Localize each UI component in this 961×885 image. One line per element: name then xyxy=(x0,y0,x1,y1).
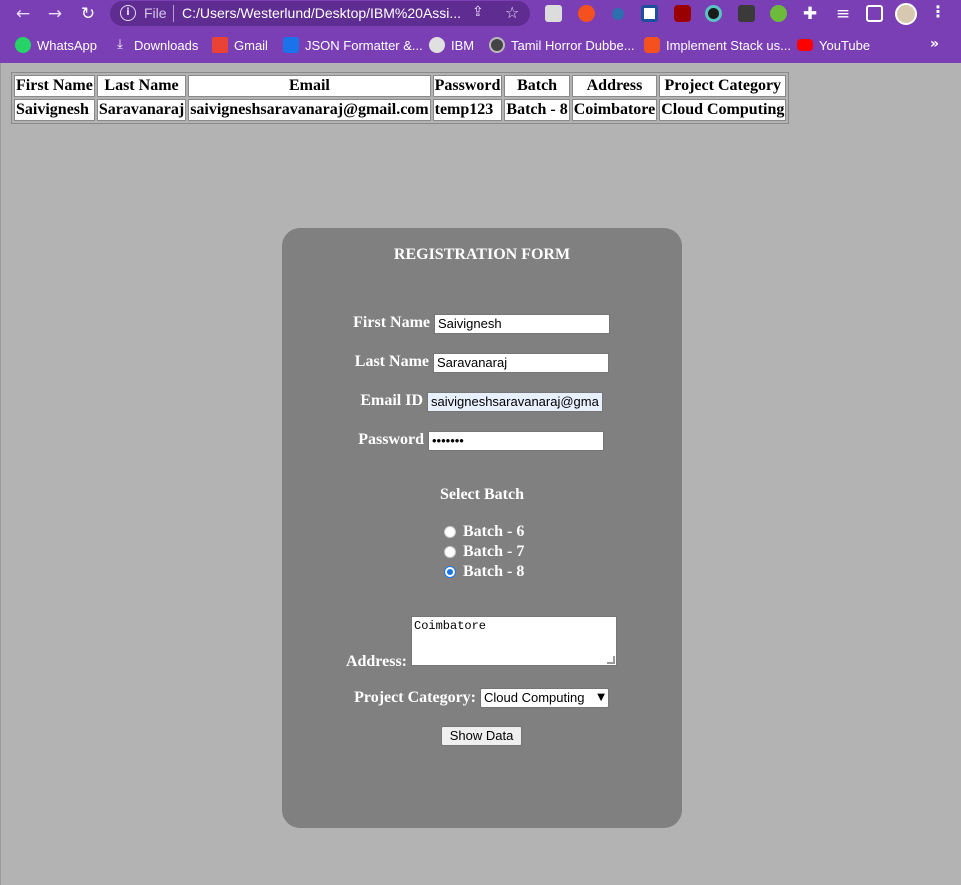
batch-option-label: Batch - 6 xyxy=(463,523,525,540)
bookmark-label: Downloads xyxy=(134,37,199,53)
bookmark-gmail[interactable]: Gmail xyxy=(212,34,268,56)
globe-icon xyxy=(429,37,445,53)
side-panel-icon[interactable] xyxy=(866,5,883,22)
bookmark-label: YouTube xyxy=(819,37,871,53)
media-queue-icon[interactable]: ≡ xyxy=(832,3,854,25)
bookmarks-bar: WhatsApp ⤓ Downloads Gmail JSON Formatte… xyxy=(0,34,961,56)
bookmark-label: JSON Formatter &... xyxy=(305,37,423,53)
address-label: Address: xyxy=(345,653,407,670)
radio-button[interactable] xyxy=(444,546,456,558)
profile-avatar[interactable] xyxy=(895,3,917,25)
bookmark-star-icon[interactable]: ☆ xyxy=(505,3,519,22)
url-scheme-label: File xyxy=(144,5,167,21)
extension-icon[interactable] xyxy=(770,5,787,22)
bookmark-whatsapp[interactable]: WhatsApp xyxy=(15,34,97,56)
json-formatter-icon xyxy=(283,37,299,53)
table-cell: Saravanaraj xyxy=(96,99,187,121)
chevron-down-icon: ▼ xyxy=(597,692,605,703)
data-table: First Name Last Name Email Password Batc… xyxy=(11,72,790,124)
password-label: Password xyxy=(358,431,424,448)
kebab-menu-icon[interactable]: ⋮ xyxy=(930,2,946,21)
extension-icon[interactable] xyxy=(612,8,624,20)
show-data-button[interactable]: Show Data xyxy=(441,726,522,746)
extension-icon[interactable] xyxy=(641,5,658,22)
extension-icon[interactable] xyxy=(578,5,595,22)
address-textarea[interactable]: Coimbatore xyxy=(411,616,617,666)
table-cell: Cloud Computing xyxy=(659,99,787,121)
first-name-label: First Name xyxy=(353,314,430,331)
email-input[interactable]: saivigneshsaravanaraj@gma xyxy=(427,392,603,412)
password-input[interactable]: ••••••• xyxy=(428,431,604,451)
extension-icon[interactable] xyxy=(705,5,722,22)
table-row: Saivignesh Saravanaraj saivigneshsaravan… xyxy=(14,99,787,121)
batch-option-label: Batch - 8 xyxy=(463,563,525,580)
column-header: First Name xyxy=(14,75,95,97)
ublock-icon[interactable] xyxy=(674,5,691,22)
column-header: Email xyxy=(188,75,431,97)
puzzle-icon[interactable]: ✚ xyxy=(799,3,821,25)
youtube-icon xyxy=(797,39,813,51)
address-bar[interactable]: i File C:/Users/Westerlund/Desktop/IBM%2… xyxy=(110,1,530,26)
project-category-label: Project Category: xyxy=(354,689,476,706)
batch-option-8[interactable]: Batch - 8 xyxy=(444,562,524,582)
column-header: Batch xyxy=(504,75,570,97)
browser-toolbar: ← → ↻ i File C:/Users/Westerlund/Desktop… xyxy=(0,0,961,28)
column-header: Project Category xyxy=(659,75,787,97)
table-cell: saivigneshsaravanaraj@gmail.com xyxy=(188,99,431,121)
batch-option-label: Batch - 7 xyxy=(463,543,525,560)
arrow-left-icon[interactable]: ← xyxy=(12,3,34,25)
table-cell: Saivignesh xyxy=(14,99,95,121)
extension-icon[interactable] xyxy=(738,5,755,22)
download-icon: ⤓ xyxy=(117,37,123,52)
bookmark-label: IBM xyxy=(451,37,475,53)
bookmark-json-formatter[interactable]: JSON Formatter &... xyxy=(283,34,423,56)
arrow-right-icon[interactable]: → xyxy=(44,3,66,25)
batch-option-6[interactable]: Batch - 6 xyxy=(444,522,524,542)
column-header: Password xyxy=(432,75,503,97)
extension-icon[interactable] xyxy=(545,5,562,22)
stack-icon xyxy=(644,37,660,53)
table-cell: Coimbatore xyxy=(571,99,658,121)
form-title: REGISTRATION FORM xyxy=(393,246,571,263)
bookmark-youtube[interactable]: YouTube xyxy=(797,34,870,56)
gmail-icon xyxy=(212,37,228,53)
bookmark-label: Gmail xyxy=(234,37,268,53)
bookmark-label: WhatsApp xyxy=(37,37,97,53)
bookmark-downloads[interactable]: ⤓ Downloads xyxy=(112,34,198,56)
address-value: Coimbatore xyxy=(414,619,487,633)
email-label: Email ID xyxy=(360,392,423,409)
radio-button[interactable] xyxy=(444,526,456,538)
page-content: First Name Last Name Email Password Batc… xyxy=(0,63,961,885)
reload-icon[interactable]: ↻ xyxy=(77,3,99,25)
project-category-select[interactable]: Cloud Computing ▼ xyxy=(480,688,609,708)
table-cell: Batch - 8 xyxy=(504,99,570,121)
url-text[interactable]: C:/Users/Westerlund/Desktop/IBM%20Assi..… xyxy=(182,5,467,21)
registration-form: REGISTRATION FORM First Name Saivignesh … xyxy=(282,228,682,828)
browser-chrome: ← → ↻ i File C:/Users/Westerlund/Desktop… xyxy=(0,0,961,63)
last-name-input[interactable]: Saravanaraj xyxy=(433,353,609,373)
radio-button-selected[interactable] xyxy=(444,566,456,578)
resize-handle-icon[interactable] xyxy=(607,656,615,664)
omnibox-divider xyxy=(173,5,174,22)
batch-section-title: Select Batch xyxy=(440,486,524,503)
first-name-input[interactable]: Saivignesh xyxy=(434,314,610,334)
whatsapp-icon xyxy=(15,37,31,53)
info-icon[interactable]: i xyxy=(120,5,136,21)
bookmark-tamil-horror[interactable]: Tamil Horror Dubbe... xyxy=(489,34,635,56)
bookmark-implement-stack[interactable]: Implement Stack us... xyxy=(644,34,791,56)
table-cell: temp123 xyxy=(432,99,503,121)
bookmark-label: Tamil Horror Dubbe... xyxy=(511,37,635,53)
last-name-label: Last Name xyxy=(354,353,429,370)
column-header: Address xyxy=(571,75,658,97)
share-icon[interactable]: ⇪ xyxy=(472,4,484,20)
batch-option-7[interactable]: Batch - 7 xyxy=(444,542,524,562)
column-header: Last Name xyxy=(96,75,187,97)
table-header-row: First Name Last Name Email Password Batc… xyxy=(14,75,787,97)
bookmark-label: Implement Stack us... xyxy=(666,37,791,53)
project-category-selected: Cloud Computing xyxy=(484,690,585,705)
chevron-double-right-icon[interactable]: » xyxy=(930,36,939,52)
tamil-horror-icon xyxy=(489,37,505,53)
bookmark-ibm[interactable]: IBM xyxy=(429,34,474,56)
